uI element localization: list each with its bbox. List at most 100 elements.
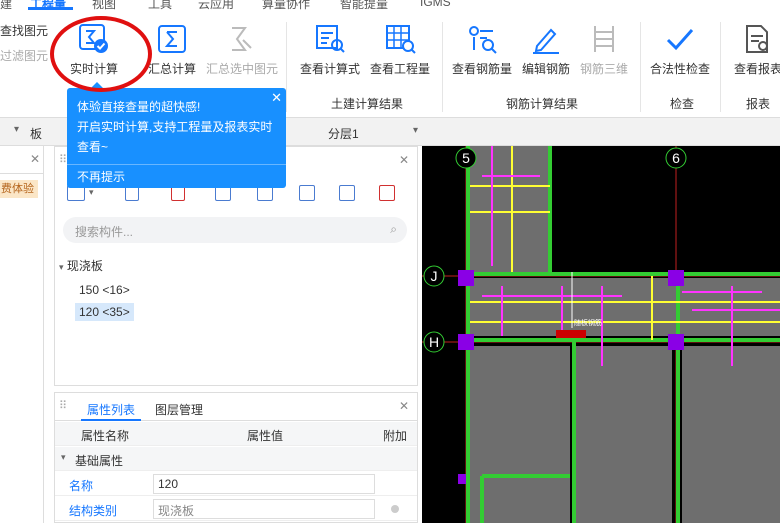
chevron-down-icon: ▾ (412, 125, 418, 136)
property-value-field[interactable]: 120 (153, 474, 375, 494)
active-tab-indicator (81, 419, 141, 421)
slab[interactable] (576, 346, 672, 523)
property-name: 结构类别 (69, 504, 118, 518)
drawing-canvas[interactable]: 随板钢筋 5 6 J H (422, 146, 780, 523)
slab[interactable] (470, 278, 780, 336)
property-value: 120 (158, 477, 179, 491)
slab[interactable] (470, 346, 570, 523)
property-value: 现浇板 (158, 504, 195, 518)
slab[interactable] (470, 146, 550, 272)
group-divider (442, 22, 443, 112)
view-quantity-button[interactable]: 查看工程量 (366, 16, 434, 82)
summary-selected-button[interactable]: 汇总选中图元 (206, 16, 279, 82)
property-section-row[interactable]: ▾ 基础属性 (55, 447, 417, 471)
tab-item[interactable]: 视图 (92, 0, 116, 10)
axis-bubble-5[interactable]: 5 (455, 147, 477, 169)
group-label-civil: 土建计算结果 (331, 97, 404, 111)
view-quantity-label: 查看工程量 (369, 62, 430, 76)
cad-drawing: 随板钢筋 5 6 J H (422, 146, 780, 523)
property-row: 名称 120 (55, 472, 417, 496)
ribbon-tab-bar: 建 工程量 视图 工具 云应用 算量协作 智能提量 IGMS (0, 0, 780, 10)
left-panel: ✕ 费体验 (0, 146, 44, 523)
group-divider (640, 22, 641, 112)
tree-item-150[interactable]: 150 <16> (75, 281, 134, 299)
view-quantity-icon (386, 25, 416, 54)
axis-bubble-6[interactable]: 6 (665, 147, 687, 169)
sigma-selected-icon (232, 27, 252, 51)
property-icon[interactable] (379, 185, 395, 201)
tree-item-120-selected[interactable]: 120 <35> (75, 303, 134, 321)
filter-element-link[interactable]: 过滤图元 (0, 47, 48, 64)
group-label-rebar: 钢筋计算结果 (506, 97, 579, 111)
group-divider (720, 22, 721, 112)
tab-item[interactable]: IGMS (420, 0, 451, 9)
chevron-down-icon: ▾ (59, 262, 64, 272)
tree-root[interactable]: ▾ 现浇板 (59, 257, 103, 274)
close-icon[interactable]: ✕ (399, 153, 409, 167)
group-label-report: 报表 (746, 97, 771, 111)
drag-handle-icon[interactable]: ⠿ (59, 399, 67, 412)
left-panel-header: ✕ (0, 146, 44, 174)
close-icon[interactable]: ✕ (399, 399, 409, 413)
drag-handle-icon[interactable]: ⠿ (59, 153, 67, 166)
column-header-value: 属性值 (247, 429, 284, 443)
realtime-calc-label: 实时计算 (69, 62, 118, 76)
tree-root-label: 现浇板 (66, 259, 103, 273)
property-panel: ⠿ 属性列表 图层管理 ✕ 属性名称 属性值 附加 ▾ 基础属性 名称 120 … (54, 392, 418, 523)
tab-item[interactable]: 云应用 (198, 0, 234, 10)
group-divider (286, 22, 287, 112)
tooltip-line-2: 开启实时计算,支持工程量及报表实时查看~ (77, 120, 273, 154)
realtime-calc-button[interactable]: 实时计算 (60, 16, 128, 82)
floor-layer-combo[interactable]: 分层1 ▾ (326, 122, 422, 142)
view-rebar-label: 查看钢筋量 (451, 62, 512, 76)
tab-item[interactable]: 算量协作 (262, 0, 310, 10)
search-placeholder: 搜索构件... (75, 225, 134, 239)
tab-item[interactable]: 建 (0, 0, 12, 10)
column-header-name: 属性名称 (81, 429, 130, 443)
property-header-row: 属性名称 属性值 附加 (55, 422, 417, 446)
close-icon[interactable]: ✕ (30, 152, 40, 166)
dont-show-again-link[interactable]: 不再提示 (67, 164, 286, 188)
axis-label: J (431, 268, 438, 284)
property-value-field[interactable]: 现浇板 (153, 499, 375, 519)
trial-badge[interactable]: 费体验 (0, 180, 38, 198)
tab-item[interactable]: 工具 (148, 0, 172, 10)
extra-indicator (391, 505, 399, 513)
view-rebar-button[interactable]: 查看钢筋量 (448, 16, 516, 82)
rebar-3d-label: 钢筋三维 (579, 62, 628, 76)
axis-label: 5 (462, 150, 470, 166)
search-input[interactable]: 搜索构件... ⌕ (63, 217, 407, 243)
view-formula-button[interactable]: 查看计算式 (296, 16, 364, 82)
chevron-down-icon: ▾ (61, 452, 66, 462)
chevron-down-icon[interactable]: ▾ (14, 124, 19, 135)
floor-layer-value: 分层1 (328, 127, 359, 141)
tooltip-arrow (91, 82, 103, 88)
view-report-label: 查看报表 (733, 62, 780, 76)
axis-label: 6 (672, 150, 680, 166)
tab-item[interactable]: 智能提量 (340, 0, 388, 10)
check-icon (666, 29, 694, 51)
tooltip-message: 体验直接查量的超快感! 开启实时计算,支持工程量及报表实时查看~ (77, 97, 277, 157)
slab[interactable] (682, 346, 780, 523)
validity-check-button[interactable]: 合法性检查 (646, 16, 714, 82)
summary-calc-button[interactable]: 汇总计算 (138, 16, 206, 82)
tab-layer-management[interactable]: 图层管理 (155, 401, 203, 418)
layer-icon[interactable] (339, 185, 355, 201)
summary-calc-label: 汇总计算 (147, 62, 196, 76)
report-icon (746, 25, 768, 53)
filter-icon[interactable] (299, 185, 315, 201)
realtime-calc-icon (79, 24, 108, 53)
view-report-button[interactable]: 查看报表 (724, 16, 780, 82)
find-element-link[interactable]: 查找图元 (0, 22, 48, 39)
sigma-icon (158, 25, 186, 53)
realtime-calc-tooltip: ✕ 体验直接查量的超快感! 开启实时计算,支持工程量及报表实时查看~ 不再提示 (67, 82, 286, 188)
summary-selected-label: 汇总选中图元 (206, 62, 279, 76)
search-icon[interactable]: ⌕ (390, 222, 397, 237)
tooltip-line-1: 体验直接查量的超快感! (77, 100, 201, 114)
rebar-3d-button[interactable]: 钢筋三维 (570, 16, 638, 82)
axis-bubble-j[interactable]: J (423, 265, 445, 287)
validity-check-label: 合法性检查 (649, 62, 710, 76)
tab-property-list[interactable]: 属性列表 (87, 401, 135, 418)
canvas-annotation-text: 随板钢筋 (574, 318, 602, 327)
axis-bubble-h[interactable]: H (423, 331, 445, 353)
